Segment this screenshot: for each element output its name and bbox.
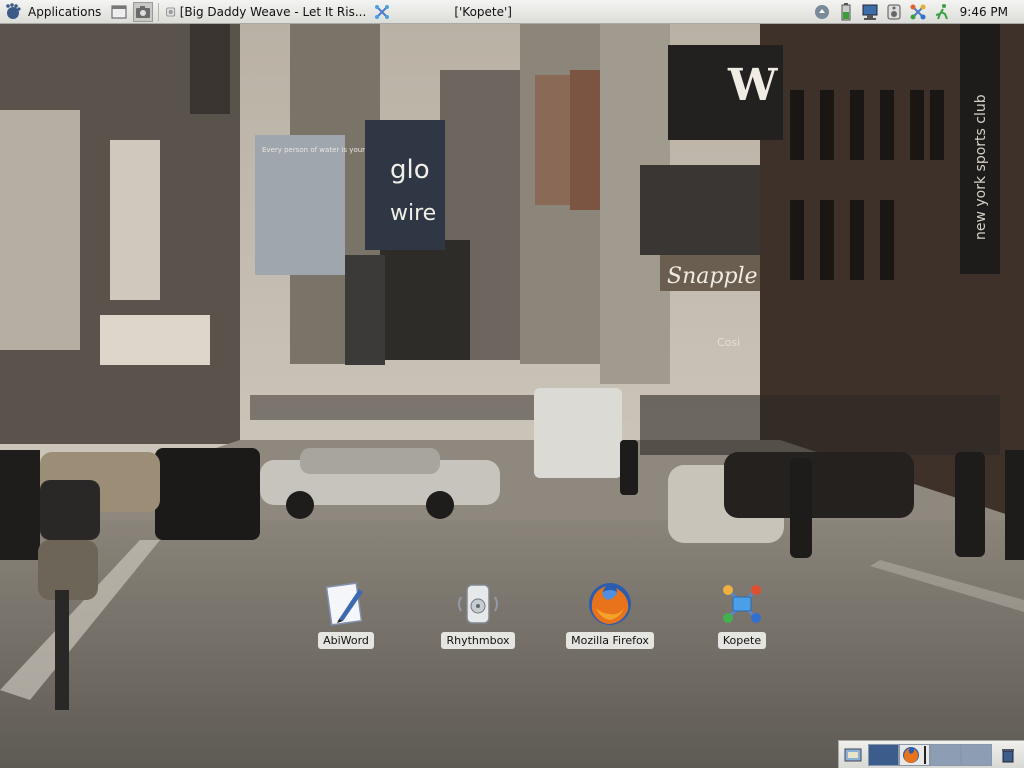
abiword-icon (322, 580, 370, 628)
desktop-icon-label: Mozilla Firefox (566, 632, 654, 649)
firefox-icon (903, 746, 919, 763)
show-desktop-button[interactable] (842, 744, 864, 766)
speaker-icon (887, 4, 901, 20)
gnome-foot-icon (6, 2, 21, 19)
panel-separator (158, 2, 160, 21)
camera-launcher[interactable] (133, 1, 154, 22)
firefox-icon (586, 580, 634, 628)
status-button[interactable] (932, 2, 952, 22)
wallpaper-sign-nysc: new york sports club (973, 94, 989, 240)
wallpaper-sign-cosi: Cosi (717, 336, 740, 349)
desktop-wallpaper: glo wire Every person of water is your W… (0, 0, 1024, 768)
applications-label: Applications (28, 4, 102, 19)
clock[interactable]: 9:46 PM (960, 5, 1008, 19)
desktop-icon-label: AbiWord (318, 632, 374, 649)
desktop-icon-label: Kopete (717, 632, 767, 649)
workspace-window-marker (924, 745, 926, 764)
kopete-task-icon[interactable] (372, 2, 392, 22)
workspace-1[interactable] (868, 743, 899, 766)
screenshot-launcher[interactable] (109, 2, 129, 22)
network-icon (862, 4, 878, 20)
system-tray: 9:46 PM (810, 0, 1024, 24)
wallpaper-sign-wire: wire (390, 201, 436, 226)
kopete-icon (718, 580, 766, 628)
task-title: [Big Daddy Weave - Let It Ris... (179, 4, 367, 19)
bottom-panel (838, 740, 1024, 768)
trash-icon (1002, 748, 1014, 762)
task-button-rhythmbox[interactable]: [Big Daddy Weave - Let It Ris... (162, 2, 370, 22)
workspace-3[interactable] (930, 743, 961, 766)
desktop-icon-kopete[interactable]: Kopete (692, 580, 792, 649)
trash-button[interactable] (998, 744, 1018, 766)
kopete-icon (910, 4, 926, 20)
kopete-icon (375, 4, 390, 19)
wallpaper-sign-w: W (727, 60, 778, 111)
desktop-icon-rhythmbox[interactable]: Rhythmbox (428, 580, 528, 649)
task-button-kopete[interactable]: ['Kopete'] (450, 2, 516, 22)
music-player-icon (166, 7, 176, 16)
update-icon (814, 5, 829, 19)
applications-menu[interactable]: Applications (0, 0, 107, 24)
task-title: ['Kopete'] (454, 4, 512, 19)
desktop-icon-abiword[interactable]: AbiWord (296, 580, 396, 649)
top-panel: Applications [Big Daddy Weave - Let It R… (0, 0, 1024, 24)
update-notifier-button[interactable] (812, 2, 832, 22)
desktop-icon-label: Rhythmbox (441, 632, 515, 649)
wallpaper-sign-water: Every person of water is your (262, 146, 365, 154)
kopete-tray-button[interactable] (908, 2, 928, 22)
wallpaper-sign-glob: glo (390, 155, 430, 185)
network-button[interactable] (860, 2, 880, 22)
wallpaper-sign-snapple: Snapple (667, 264, 758, 289)
workspace-2[interactable] (899, 743, 930, 766)
volume-button[interactable] (884, 2, 904, 22)
camera-icon (136, 5, 151, 18)
running-man-icon (935, 4, 948, 20)
battery-button[interactable] (836, 2, 856, 22)
rhythmbox-icon (454, 580, 502, 628)
workspace-4[interactable] (961, 743, 992, 766)
desktop-icon-firefox[interactable]: Mozilla Firefox (560, 580, 660, 649)
battery-icon (841, 3, 851, 21)
show-desktop-icon (844, 748, 862, 761)
window-icon (111, 5, 127, 18)
